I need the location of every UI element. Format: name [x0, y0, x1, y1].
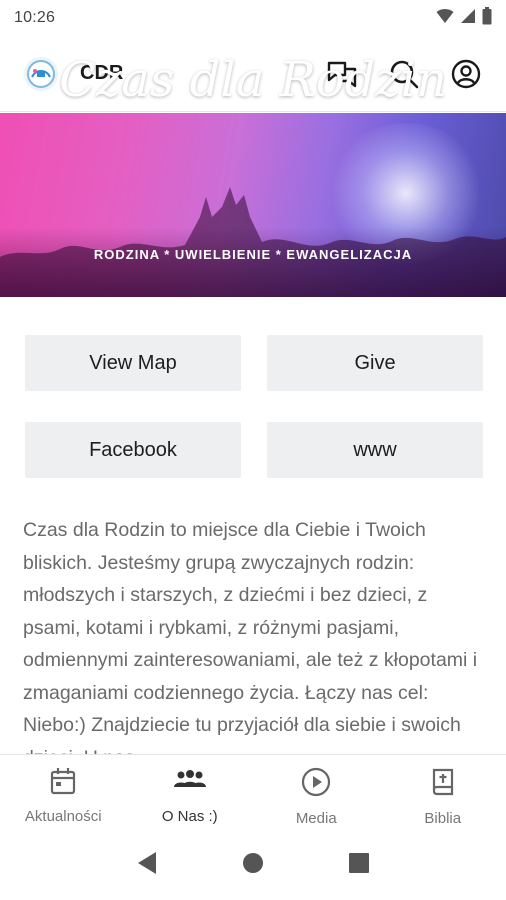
home-icon[interactable] — [242, 852, 264, 879]
back-icon[interactable] — [136, 851, 158, 880]
bottom-nav: Aktualności O Nas :) Media Biblia — [0, 754, 506, 830]
give-button[interactable]: Give — [267, 335, 483, 391]
recents-icon[interactable] — [348, 852, 370, 879]
nav-label: Media — [295, 810, 337, 827]
facebook-button[interactable]: Facebook — [25, 422, 241, 478]
nav-item-media[interactable]: Media — [253, 755, 380, 830]
calendar-icon — [50, 767, 76, 800]
nav-label: O Nas :) — [161, 808, 218, 825]
cellular-signal-icon — [460, 8, 476, 29]
action-buttons: View Map Give Facebook www — [25, 335, 483, 478]
hero-banner — [0, 113, 506, 297]
nav-label: Aktualności — [24, 808, 102, 825]
about-description: Czas dla Rodzin to miejsce dla Ciebie i … — [23, 519, 478, 754]
nav-item-biblia[interactable]: Biblia — [380, 755, 506, 830]
view-map-button[interactable]: View Map — [25, 335, 241, 391]
status-icons — [436, 6, 492, 30]
bible-icon — [431, 767, 455, 802]
hero-subtitle: RODZINA * UWIELBIENIE * EWANGELIZACJA — [93, 247, 413, 262]
play-circle-icon — [301, 767, 331, 802]
battery-icon — [482, 6, 492, 30]
wifi-icon — [436, 8, 454, 29]
www-button[interactable]: www — [267, 422, 483, 478]
status-bar: 10:26 — [0, 0, 506, 36]
system-nav — [0, 830, 506, 900]
hero-title: Czas dla Rodzin — [59, 52, 447, 108]
nav-label: Biblia — [424, 810, 462, 827]
nav-item-o-nas[interactable]: O Nas :) — [127, 755, 254, 830]
group-icon — [173, 767, 207, 800]
nav-item-aktualnosci[interactable]: Aktualności — [0, 755, 127, 830]
status-time: 10:26 — [14, 9, 56, 26]
hero-shade — [0, 227, 506, 297]
